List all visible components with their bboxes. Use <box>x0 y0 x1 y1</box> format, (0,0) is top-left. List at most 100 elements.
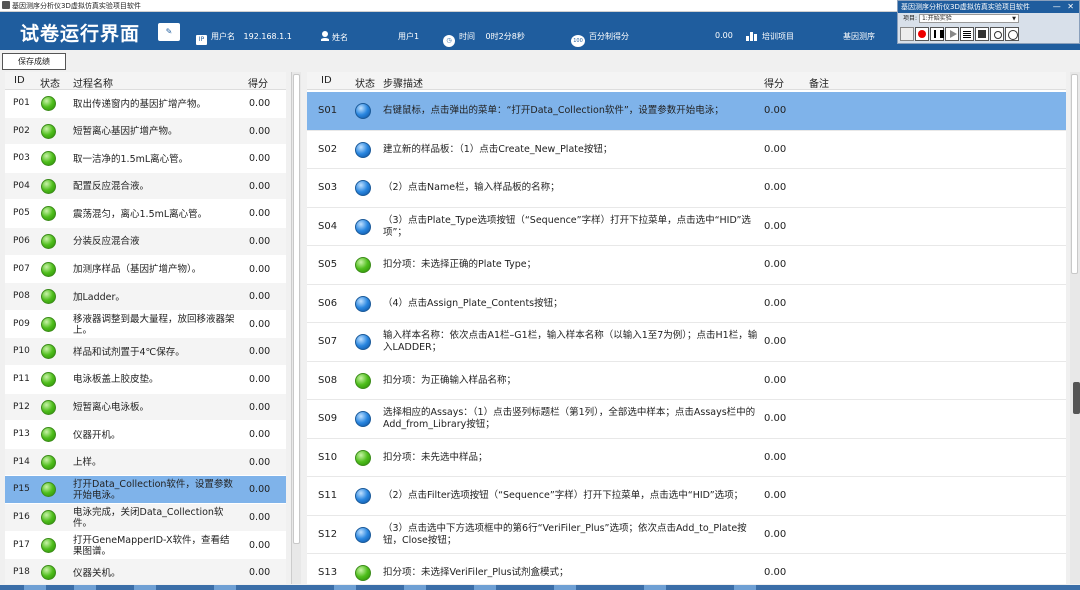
name-label: 姓名 <box>332 33 348 42</box>
exam-icon: ✎ <box>158 23 180 41</box>
process-name: 取一洁净的1.5mL离心管。 <box>73 153 189 165</box>
tool-panel-titlebar[interactable]: 基因测序分析仪3D虚拟仿真实验项目软件 — ✕ <box>898 1 1079 13</box>
step-row[interactable]: S04 （3）点击Plate_Type选项按钮（“Sequence”字样）打开下拉… <box>307 208 1066 246</box>
col-step-status: 状态 <box>355 79 375 90</box>
process-name: 电泳完成，关闭Data_Collection软件。 <box>73 506 224 529</box>
process-row[interactable]: P11 电泳板盖上胶皮垫。 0.00 <box>5 366 286 394</box>
play-button[interactable] <box>945 27 959 41</box>
process-row[interactable]: P03 取一洁净的1.5mL离心管。 0.00 <box>5 145 286 173</box>
step-id: S04 <box>318 220 338 232</box>
status-green-icon <box>355 449 371 466</box>
project-select-value: 1:开始实验 <box>921 15 952 22</box>
process-row[interactable]: P14 上样。 0.00 <box>5 448 286 477</box>
blank-tool-button[interactable] <box>900 27 914 41</box>
col-step-id: ID <box>321 75 332 86</box>
step-score: 0.00 <box>764 259 787 270</box>
step-score: 0.00 <box>764 182 787 193</box>
step-description: （3）点击选中下方选项框中的第6行“VeriFiler_Plus”选项；依次点击… <box>383 522 747 546</box>
process-row[interactable]: P12 短暂离心电泳板。 0.00 <box>5 393 286 422</box>
step-row[interactable]: S03 （2）点击Name栏，输入样品板的名称； 0.00 <box>307 169 1066 208</box>
col-status: 状态 <box>40 79 60 90</box>
process-score: 0.00 <box>249 208 271 220</box>
step-row[interactable]: S01 右键鼠标，点击弹出的菜单：“打开Data_Collection软件”，设置… <box>307 92 1066 131</box>
status-blue-icon <box>355 295 371 312</box>
process-row[interactable]: P18 仪器关机。 0.00 <box>5 559 286 584</box>
status-green-icon <box>41 399 56 415</box>
step-scrollbar[interactable] <box>1070 72 1080 584</box>
record-button[interactable] <box>915 27 929 41</box>
step-description: 扣分项：未选择VeriFiler_Plus试剂盒模式； <box>383 567 569 578</box>
process-id: P15 <box>13 484 30 495</box>
step-row[interactable]: S05 扣分项：未选择正确的Plate Type； 0.00 <box>307 246 1066 285</box>
step-row[interactable]: S10 扣分项：未先选中样品； 0.00 <box>307 439 1066 477</box>
process-row[interactable]: P01 取出传递窗内的基因扩增产物。 0.00 <box>5 90 286 118</box>
process-row[interactable]: P09 移液器调整到最大量程，放回移液器架上。 0.00 <box>5 311 286 339</box>
status-green-icon <box>41 123 56 139</box>
step-row[interactable]: S07 输入样本名称：依次点击A1栏–G1栏，输入样本名称（以输入1至7为例）；点… <box>307 323 1066 362</box>
process-id: P05 <box>13 208 30 219</box>
step-scroll-thumb[interactable] <box>1071 74 1078 274</box>
training-label: 培训项目 <box>762 32 794 41</box>
process-name: 取出传递窗内的基因扩增产物。 <box>73 98 207 110</box>
process-row[interactable]: P04 配置反应混合液。 0.00 <box>5 172 286 201</box>
status-green-icon <box>41 261 56 277</box>
step-id: S05 <box>318 259 338 270</box>
step-row[interactable]: S06 （4）点击Assign_Plate_Contents按钮； 0.00 <box>307 285 1066 323</box>
process-row[interactable]: P05 震荡混匀，离心1.5mL离心管。 0.00 <box>5 200 286 228</box>
process-row[interactable]: P17 打开GeneMapperID-X软件，查看结果图谱。 0.00 <box>5 532 286 560</box>
process-row[interactable]: P07 加测序样品（基因扩增产物）。 0.00 <box>5 256 286 284</box>
status-green-icon <box>41 344 56 360</box>
process-row[interactable]: P13 仪器开机。 0.00 <box>5 421 286 449</box>
pause-button[interactable] <box>930 27 944 41</box>
step-score: 0.00 <box>764 220 787 232</box>
process-scroll-thumb[interactable] <box>293 74 300 544</box>
step-row[interactable]: S08 扣分项：为正确输入样品名称； 0.00 <box>307 362 1066 400</box>
process-row[interactable]: P15 打开Data_Collection软件，设置参数开始电泳。 0.00 <box>5 476 286 504</box>
status-green-icon <box>41 427 56 443</box>
process-name: 仪器关机。 <box>73 567 121 579</box>
step-id: S12 <box>318 528 338 540</box>
score-value: 0.00 <box>715 31 733 40</box>
col-step-score: 得分 <box>764 79 784 90</box>
step-row[interactable]: S12 （3）点击选中下方选项框中的第6行“VeriFiler_Plus”选项；依… <box>307 516 1066 554</box>
status-green-icon <box>41 565 56 581</box>
process-row[interactable]: P08 加Ladder。 0.00 <box>5 283 286 311</box>
process-score: 0.00 <box>249 373 271 385</box>
clock-button[interactable] <box>1005 27 1019 41</box>
process-row[interactable]: P02 短暂离心基因扩增产物。 0.00 <box>5 117 286 146</box>
process-score: 0.00 <box>249 429 271 441</box>
process-score: 0.00 <box>249 98 271 109</box>
clock-icon: ◷ <box>443 35 455 47</box>
step-id: S13 <box>318 567 338 578</box>
step-row[interactable]: S11 （2）点击Filter选项按钮（“Sequence”字样）打开下拉菜单，点… <box>307 477 1066 516</box>
process-row[interactable]: P06 分装反应混合液 0.00 <box>5 227 286 256</box>
save-score-button[interactable]: 保存成绩 <box>2 53 66 70</box>
process-row[interactable]: P16 电泳完成，关闭Data_Collection软件。 0.00 <box>5 503 286 532</box>
status-blue-icon <box>355 526 371 543</box>
side-handle[interactable] <box>1073 382 1080 414</box>
step-row[interactable]: S09 选择相应的Assays：（1）点击竖列标题栏（第1列），全部选中样本；点击… <box>307 400 1066 439</box>
step-row[interactable]: S13 扣分项：未选择VeriFiler_Plus试剂盒模式； 0.00 <box>307 554 1066 584</box>
menu-button[interactable] <box>960 27 974 41</box>
step-description: （2）点击Name栏，输入样品板的名称； <box>383 182 560 193</box>
process-id: P07 <box>13 263 30 274</box>
window-controls[interactable]: — ✕ <box>1053 1 1076 13</box>
step-score: 0.00 <box>764 374 787 386</box>
process-id: P11 <box>13 373 30 384</box>
step-description: （2）点击Filter选项按钮（“Sequence”字样）打开下拉菜单，点击选中… <box>383 490 744 501</box>
step-score: 0.00 <box>764 105 787 116</box>
process-score: 0.00 <box>249 235 271 247</box>
process-id: P18 <box>13 567 30 578</box>
process-name: 移液器调整到最大量程，放回移液器架上。 <box>73 313 235 336</box>
process-name: 分装反应混合液 <box>73 236 140 248</box>
step-row[interactable]: S02 建立新的样品板：（1）点击Create_New_Plate按钮； 0.00 <box>307 131 1066 169</box>
process-scrollbar[interactable] <box>291 72 301 584</box>
camera-button[interactable] <box>990 27 1004 41</box>
status-green-icon <box>355 372 371 389</box>
process-name: 仪器开机。 <box>73 429 121 441</box>
process-table-header: ID 状态 过程名称 得分 <box>5 72 286 90</box>
process-row[interactable]: P10 样品和试剂置于4℃保存。 0.00 <box>5 338 286 366</box>
image-button[interactable] <box>975 27 989 41</box>
person-icon <box>321 31 329 42</box>
project-select[interactable]: 1:开始实验 ▼ <box>918 14 1019 23</box>
